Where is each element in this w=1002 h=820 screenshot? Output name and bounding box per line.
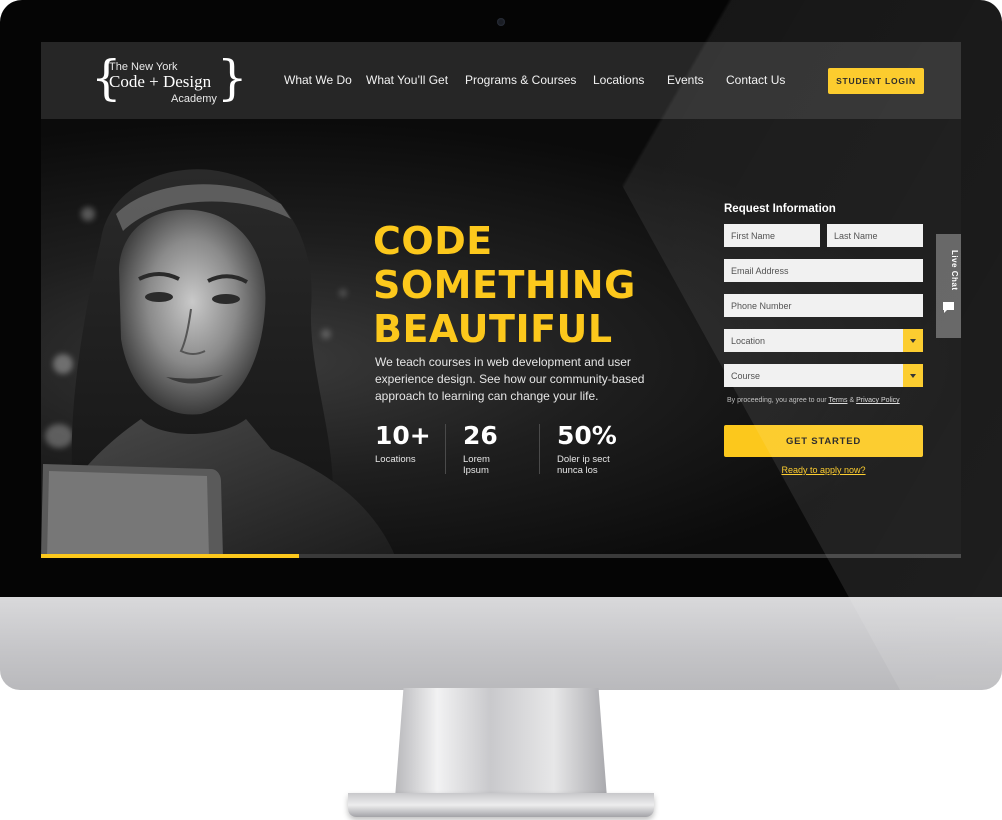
monitor-stand bbox=[395, 688, 607, 798]
course-select[interactable]: Course bbox=[724, 364, 923, 387]
nav-locations[interactable]: Locations bbox=[593, 73, 644, 87]
nav-events[interactable]: Events bbox=[667, 73, 704, 87]
camera-icon bbox=[497, 18, 505, 26]
terms-notice-amp: & bbox=[847, 397, 857, 404]
logo-line-3: Academy bbox=[171, 93, 217, 105]
imac-monitor: { The New York Code + Design Academy } W… bbox=[0, 0, 1002, 690]
stat-label: Lorem Ipsum bbox=[463, 454, 490, 476]
terms-link[interactable]: Terms bbox=[828, 397, 847, 404]
logo-line-2: Code + Design bbox=[109, 72, 212, 91]
hero-description: We teach courses in web development and … bbox=[375, 355, 645, 403]
course-select-value: Course bbox=[731, 370, 761, 381]
location-select[interactable]: Location bbox=[724, 329, 923, 352]
nav-what-we-do[interactable]: What We Do bbox=[284, 73, 352, 87]
get-started-button[interactable]: GET STARTED bbox=[724, 425, 923, 457]
live-chat-label: Live Chat bbox=[950, 250, 959, 291]
nav-what-youll-get[interactable]: What You’ll Get bbox=[366, 73, 448, 87]
stat-label: Doler ip sect nunca los bbox=[557, 454, 610, 476]
dropdown-arrow-icon[interactable] bbox=[903, 329, 923, 352]
monitor-bezel: { The New York Code + Design Academy } W… bbox=[0, 0, 1002, 600]
hero-slider-progress-fill bbox=[41, 554, 299, 558]
stat-value: 10+ bbox=[375, 421, 431, 450]
first-name-field[interactable]: First Name bbox=[724, 224, 820, 247]
hero-headline-line-2: SOMETHING bbox=[373, 263, 636, 307]
form-title: Request Information bbox=[724, 203, 836, 215]
hero-headline: CODE SOMETHING BEAUTIFUL bbox=[373, 219, 636, 351]
speech-bubble-icon bbox=[943, 302, 954, 313]
request-info-form: Request Information First Name Last Name… bbox=[724, 203, 924, 475]
stat-divider bbox=[445, 424, 446, 474]
apply-now-link[interactable]: Ready to apply now? bbox=[724, 465, 923, 475]
hero-headline-line-1: CODE bbox=[373, 219, 493, 263]
site-header: { The New York Code + Design Academy } W… bbox=[41, 42, 961, 119]
monitor-stand-base bbox=[348, 793, 654, 817]
phone-field[interactable]: Phone Number bbox=[724, 294, 923, 317]
stat-locations: 10+ Locations bbox=[375, 421, 431, 466]
hero-slider-progress bbox=[41, 554, 961, 558]
privacy-policy-link[interactable]: Privacy Policy bbox=[856, 397, 900, 404]
stat-divider bbox=[539, 424, 540, 474]
email-field[interactable]: Email Address bbox=[724, 259, 923, 282]
stat-label: Locations bbox=[375, 454, 416, 465]
monitor-chin bbox=[0, 597, 1002, 690]
stat-value: 50% bbox=[557, 421, 617, 450]
hero-section: CODE SOMETHING BEAUTIFUL We teach course… bbox=[41, 119, 961, 558]
dropdown-arrow-icon[interactable] bbox=[903, 364, 923, 387]
last-name-field[interactable]: Last Name bbox=[827, 224, 923, 247]
student-login-button[interactable]: STUDENT LOGIN bbox=[828, 68, 924, 94]
stat-value: 26 bbox=[463, 421, 498, 450]
location-select-value: Location bbox=[731, 335, 766, 346]
website-screen: { The New York Code + Design Academy } W… bbox=[41, 42, 961, 558]
nav-contact-us[interactable]: Contact Us bbox=[726, 73, 785, 87]
logo-brace-close: } bbox=[217, 50, 248, 106]
nav-programs-courses[interactable]: Programs & Courses bbox=[465, 73, 576, 87]
site-logo[interactable]: { The New York Code + Design Academy } bbox=[91, 50, 248, 108]
stat-lorem: 26 Lorem Ipsum bbox=[463, 421, 498, 477]
stat-percent: 50% Doler ip sect nunca los bbox=[557, 421, 627, 477]
terms-notice: By proceeding, you agree to our Terms & … bbox=[727, 397, 927, 404]
hero-headline-line-3: BEAUTIFUL bbox=[373, 307, 613, 351]
live-chat-tab[interactable]: Live Chat bbox=[936, 234, 961, 338]
student-portrait-image bbox=[41, 169, 396, 558]
terms-notice-prefix: By proceeding, you agree to our bbox=[727, 397, 829, 404]
